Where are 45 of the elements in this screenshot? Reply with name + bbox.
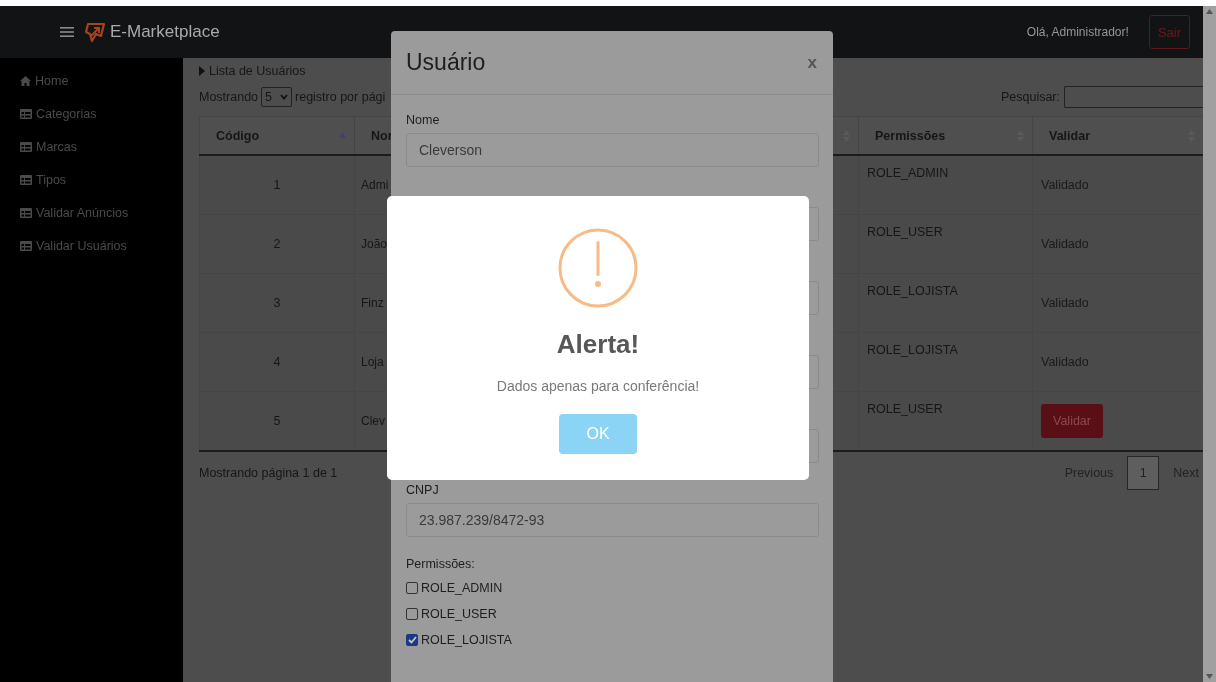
checkbox-label: ROLE_LOJISTA — [421, 633, 512, 647]
home-icon — [20, 75, 31, 86]
input-field[interactable]: 23.987.239/8472-93 — [406, 503, 819, 537]
field-label: CNPJ — [406, 483, 439, 498]
sidebar-item[interactable]: Tipos — [0, 163, 183, 196]
column-header[interactable]: Código — [199, 116, 355, 155]
scroll-down-icon[interactable] — [1206, 674, 1213, 679]
checkbox[interactable] — [406, 582, 418, 594]
logo-icon — [85, 21, 106, 43]
menu-icon[interactable] — [60, 26, 74, 38]
table-icon — [20, 141, 32, 152]
input-field[interactable]: Cleverson — [406, 133, 819, 167]
greeting-text: Olá, Administrador! — [1026, 25, 1129, 39]
table-icon — [20, 108, 32, 119]
column-header[interactable]: Permissões — [858, 116, 1033, 155]
sidebar-item[interactable]: Home — [0, 64, 183, 97]
sidebar-item[interactable]: Categorias — [0, 97, 183, 130]
page-size-select[interactable]: 5 — [261, 87, 292, 107]
scrollbar[interactable] — [1203, 6, 1216, 682]
warning-icon — [558, 228, 638, 308]
caret-icon — [199, 66, 205, 76]
checkbox[interactable] — [406, 634, 418, 646]
close-button[interactable]: x — [805, 52, 819, 73]
ok-button[interactable]: OK — [559, 414, 637, 454]
table-icon — [20, 207, 32, 218]
permissions-label: Permissões: — [406, 557, 475, 572]
sidebar-item[interactable]: Validar Usuários — [0, 229, 183, 262]
field-label: Nome — [406, 113, 440, 128]
sidebar-item[interactable]: Validar Anúncios — [0, 196, 183, 229]
checkbox[interactable] — [406, 608, 418, 620]
table-icon — [20, 174, 32, 185]
brand-name[interactable]: E-Marketplace — [110, 22, 220, 42]
dialog-title: Usuário — [406, 49, 486, 76]
search-label: Pesquisar: — [1000, 90, 1060, 104]
checkbox-label: ROLE_ADMIN — [421, 581, 503, 595]
search-field[interactable] — [1064, 86, 1203, 108]
logout-button[interactable]: Sair — [1148, 15, 1190, 49]
chevron-icon — [280, 94, 288, 100]
column-header[interactable]: Validar — [1032, 116, 1203, 155]
validate-button[interactable]: Validar — [1041, 404, 1103, 438]
scroll-up-icon[interactable] — [1206, 9, 1213, 14]
checkbox-label: ROLE_USER — [421, 607, 497, 621]
table-icon — [20, 240, 32, 251]
page-button[interactable]: 1 — [1127, 456, 1160, 490]
sidebar-item[interactable]: Marcas — [0, 130, 183, 163]
